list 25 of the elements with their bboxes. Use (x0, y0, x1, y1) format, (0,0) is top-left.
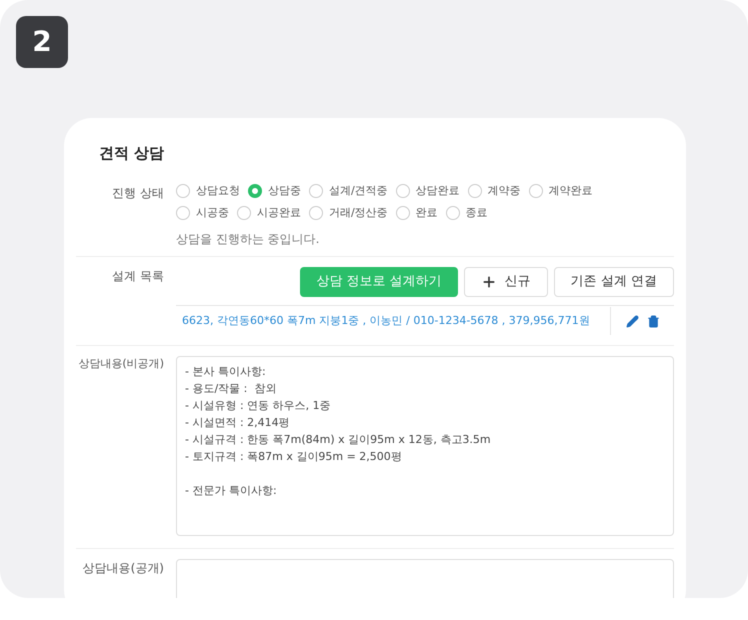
plus-icon (480, 274, 497, 290)
delete-icon[interactable] (646, 314, 660, 328)
status-radio[interactable]: 상담중 (248, 182, 301, 199)
link-design-button[interactable]: 기존 설계 연결 (554, 266, 674, 296)
field-label: 상담내용(공개) (82, 560, 164, 576)
status-radio[interactable]: 완료 (396, 205, 438, 222)
status-radio[interactable]: 시공중 (176, 205, 229, 222)
private-notes-field[interactable]: - 본사 특이사항: - 용도/작물 : 참외 - 시설유형 : 연동 하우스, 1중 - 시설면적 : 2,414평 - 시설규격 : 한동 폭7m(84m) x 길이95m x 12동, 측고3.5m - 토지규격 : 폭87m x 길이95m = 2,500평 - 전문가 특이사항: (176, 356, 674, 536)
status-radio[interactable]: 계약완료 (528, 182, 593, 199)
field-label: 상담내용(비공개) (77, 356, 164, 372)
step-badge: 2 (16, 16, 68, 68)
card-title: 견적 상담 (99, 143, 166, 164)
field-label: 설계 목록 (111, 268, 164, 284)
status-radio[interactable]: 거래/정산중 (309, 205, 388, 222)
status-radio[interactable]: 시공완료 (237, 205, 301, 222)
status-radio[interactable]: 종료 (446, 205, 488, 222)
field-label: 진행 상태 (111, 184, 164, 202)
status-radio[interactable]: 설계/견적중 (309, 182, 388, 199)
status-hint: 상담을 진행하는 중입니다. (176, 230, 320, 248)
status-radio[interactable]: 계약중 (468, 182, 521, 199)
status-radio[interactable]: 상담완료 (396, 182, 460, 199)
new-button[interactable]: 신규 (464, 266, 548, 296)
edit-icon[interactable] (626, 314, 638, 328)
status-radio[interactable]: 상담요청 (176, 182, 240, 199)
design-link[interactable]: 6623, 각연동60*60 폭7m 지붕1중 , 이농민 / 010-1234-5678 , 379,956,771원 (176, 312, 610, 330)
